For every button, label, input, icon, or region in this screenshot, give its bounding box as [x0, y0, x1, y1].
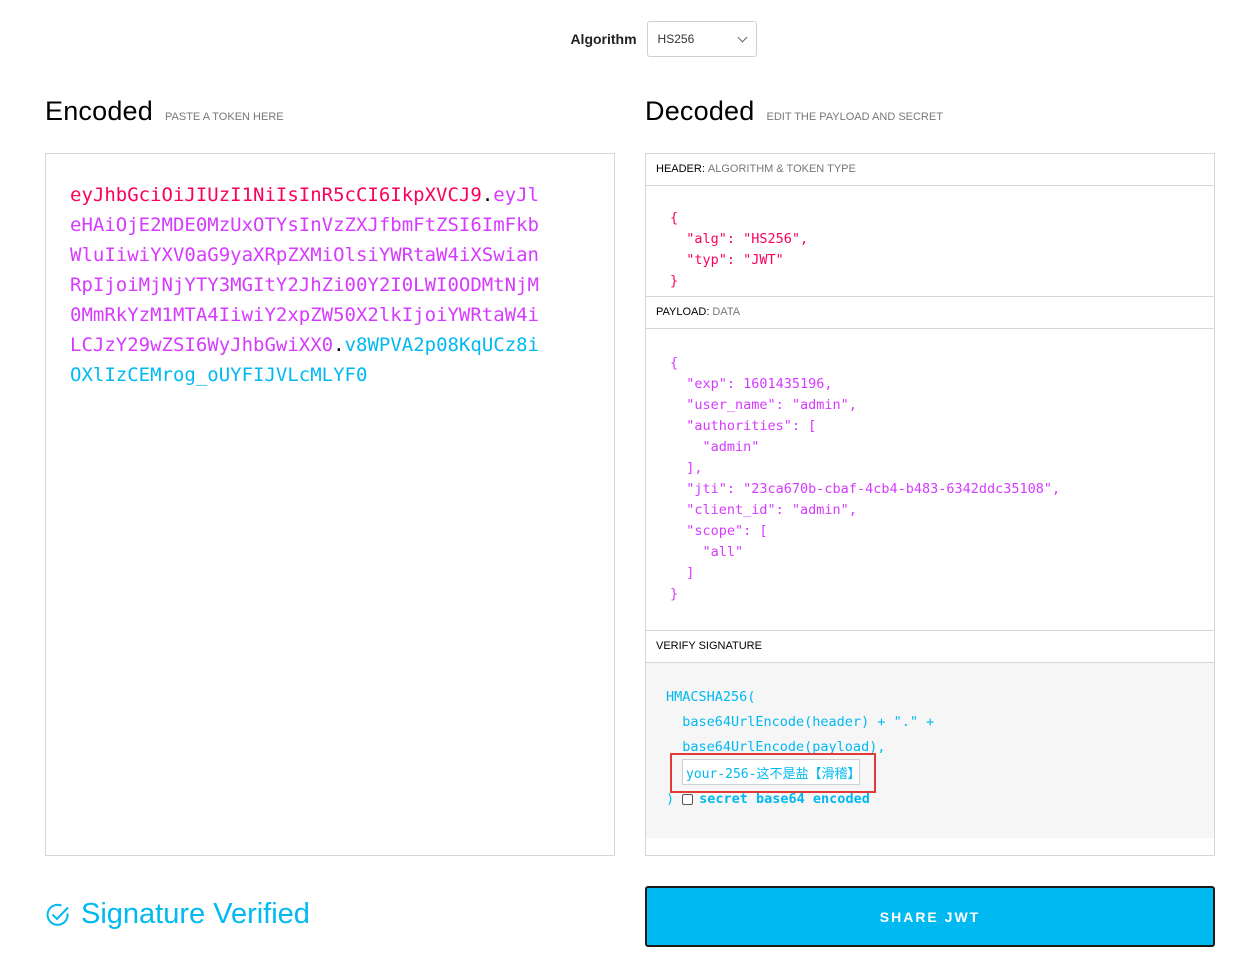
secret-highlight-box: [670, 753, 876, 793]
decoded-hint: EDIT THE PAYLOAD AND SECRET: [766, 111, 943, 123]
decoded-heading: Decoded EDIT THE PAYLOAD AND SECRET: [645, 96, 943, 127]
payload-json-editor[interactable]: { "exp": 1601435196, "user_name": "admin…: [646, 329, 1214, 630]
header-section-title: HEADER: ALGORITHM & TOKEN TYPE: [646, 154, 1214, 186]
encoded-token-editor[interactable]: eyJhbGciOiJIUzI1NiIsInR5cCI6IkpXVCJ9.eyJ…: [45, 153, 615, 856]
encoded-hint: PASTE A TOKEN HERE: [165, 111, 284, 123]
header-section-label: HEADER:: [656, 163, 705, 175]
encoded-heading: Encoded PASTE A TOKEN HERE: [45, 96, 284, 127]
base64-checkbox[interactable]: [682, 793, 694, 805]
verify-footer: ) secret base64 encoded: [666, 791, 870, 807]
secret-input[interactable]: [682, 759, 860, 785]
encoded-title: Encoded: [45, 96, 153, 126]
verify-section-title: VERIFY SIGNATURE: [646, 630, 1214, 663]
algorithm-label: Algorithm: [570, 31, 637, 47]
payload-section-subtitle: DATA: [712, 306, 741, 318]
verify-line-header: base64UrlEncode(header) + "." +: [666, 714, 935, 730]
algorithm-select[interactable]: HS256: [646, 21, 757, 57]
token-header-part: eyJhbGciOiJIUzI1NiIsInR5cCI6IkpXVCJ9: [70, 184, 482, 206]
chevron-down-icon: [737, 32, 747, 42]
payload-section-label: PAYLOAD:: [656, 306, 710, 318]
jwt-debugger-page: Algorithm HS256 Encoded PASTE A TOKEN HE…: [0, 0, 1247, 960]
signature-status: Signature Verified: [45, 898, 310, 931]
decoded-title: Decoded: [645, 96, 755, 126]
algorithm-bar: Algorithm HS256: [0, 20, 1247, 58]
signature-status-text: Signature Verified: [81, 898, 310, 930]
token-dot: .: [333, 334, 345, 356]
share-jwt-button[interactable]: SHARE JWT: [645, 886, 1215, 947]
base64-checkbox-label[interactable]: secret base64 encoded: [699, 791, 870, 807]
payload-section-title: PAYLOAD: DATA: [646, 296, 1214, 329]
close-paren: ): [666, 791, 675, 807]
verify-line-hmac: HMACSHA256(: [666, 689, 756, 705]
decoded-panel: HEADER: ALGORITHM & TOKEN TYPE { "alg": "…: [645, 153, 1215, 856]
check-circle-icon: [46, 903, 69, 926]
token-dot: .: [481, 184, 494, 206]
encoded-token-text[interactable]: eyJhbGciOiJIUzI1NiIsInR5cCI6IkpXVCJ9.eyJ…: [70, 180, 540, 390]
header-section-subtitle: ALGORITHM & TOKEN TYPE: [707, 163, 856, 175]
token-payload-part: eyJleHAiOjE2MDE0MzUxOTYsInVzZXJfbmFtZSI6…: [70, 184, 540, 356]
verify-signature-area: HMACSHA256( base64UrlEncode(header) + ".…: [646, 663, 1214, 838]
header-json-editor[interactable]: { "alg": "HS256", "typ": "JWT" }: [646, 186, 1214, 296]
verify-section-label: VERIFY SIGNATURE: [656, 640, 762, 652]
algorithm-selected-value: HS256: [657, 32, 695, 46]
